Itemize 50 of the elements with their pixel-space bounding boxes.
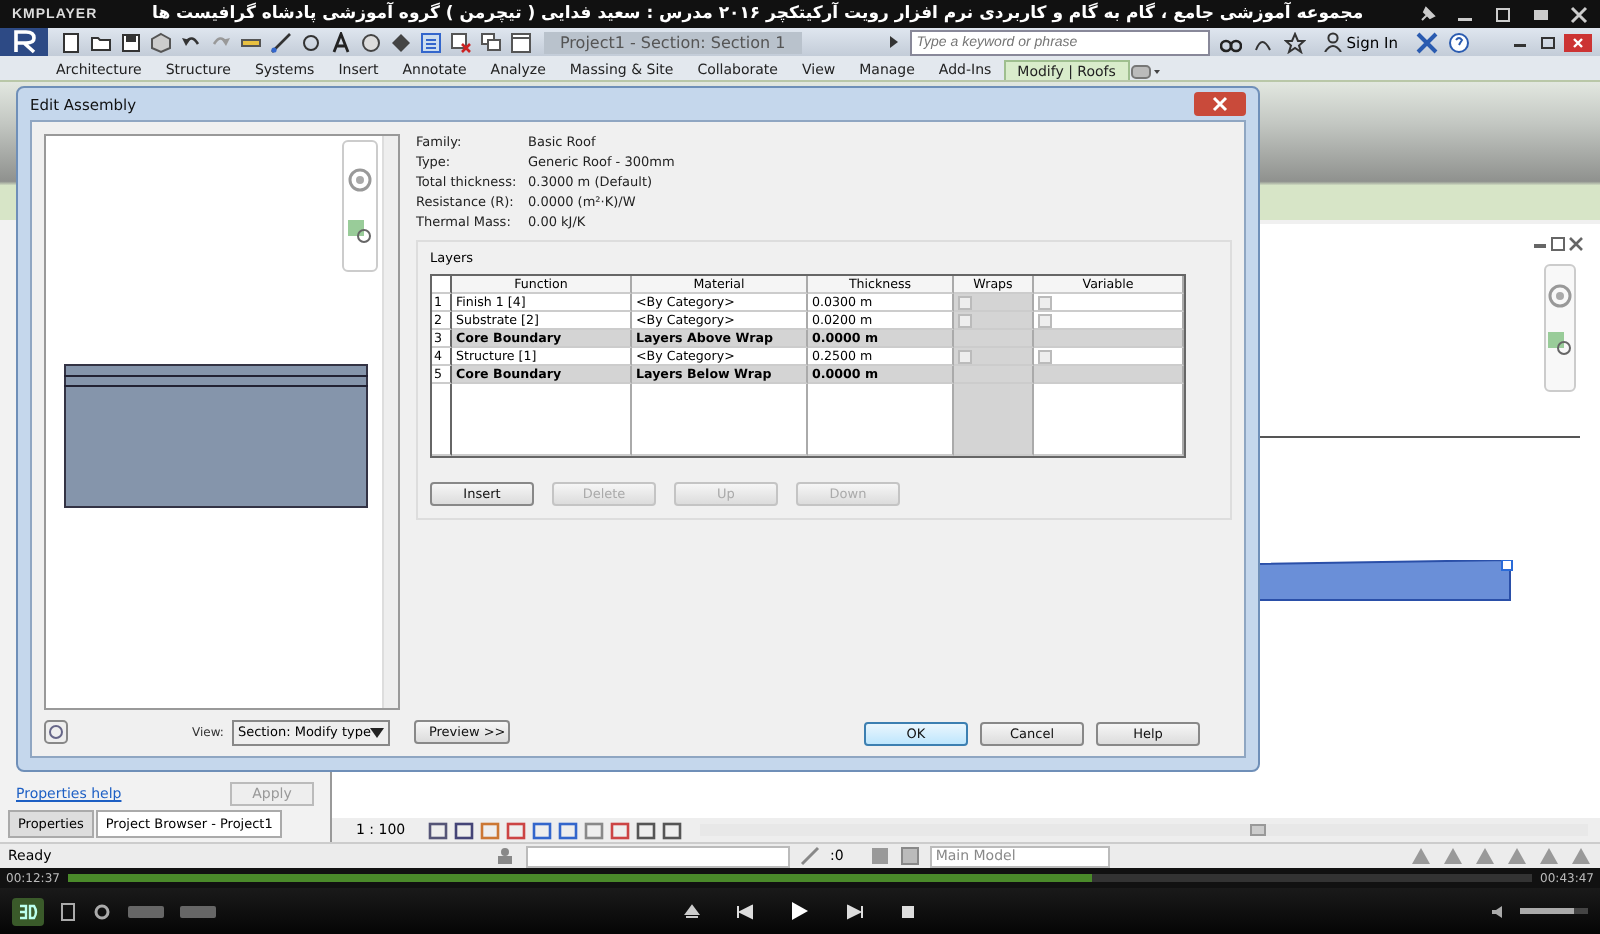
eject-icon[interactable] [684, 903, 700, 919]
video-title: مجموعه آموزشی جامع ، گام به گام و کاربردی نرم افزار رویت آرکیتکچر ۲۰۱۶ مدرس : سعید فدایی ( تیچرمن ) گروه آموزشی پادشاه گرافیست ها [150, 4, 1366, 24]
pin-icon[interactable] [1418, 5, 1436, 23]
dimension-icon[interactable] [270, 31, 292, 53]
previous-icon[interactable] [736, 903, 754, 919]
panel-toggle-icon[interactable] [1129, 64, 1162, 80]
view-controls-icon[interactable] [1532, 236, 1584, 252]
thin-lines-icon[interactable] [420, 31, 442, 53]
stop-icon[interactable] [900, 903, 916, 919]
play-icon[interactable] [790, 900, 810, 922]
close-icon[interactable] [1570, 5, 1588, 23]
vertical-scrollbar[interactable] [382, 136, 398, 708]
steering-wheel-icon[interactable] [346, 166, 374, 194]
window-icon[interactable] [510, 31, 532, 53]
speaker-icon[interactable] [1490, 903, 1508, 919]
seek-bar[interactable] [67, 874, 1533, 882]
settings-icon[interactable] [92, 901, 112, 921]
maximize-icon[interactable] [1494, 5, 1512, 23]
checkbox[interactable] [1038, 350, 1052, 364]
zoom-icon[interactable] [346, 218, 374, 246]
zoom-icon[interactable] [1546, 330, 1574, 358]
help-icon[interactable] [1448, 31, 1470, 53]
checkbox[interactable] [958, 350, 972, 364]
new-icon[interactable] [60, 31, 82, 53]
table-cell [954, 384, 1034, 456]
checkbox[interactable] [1038, 314, 1052, 328]
exchange-icon[interactable] [1416, 31, 1438, 53]
save-icon[interactable] [120, 31, 142, 53]
3d-mode-icon[interactable] [12, 897, 44, 925]
horizontal-scrollbar[interactable] [699, 824, 1588, 836]
steering-wheel-icon[interactable] [44, 720, 68, 744]
user-icon [1324, 32, 1343, 52]
device-icon[interactable] [60, 901, 76, 921]
close-hidden-icon[interactable] [450, 31, 472, 53]
close-icon[interactable] [1564, 33, 1592, 51]
checkbox[interactable] [1038, 296, 1052, 310]
fullscreen-icon[interactable] [1532, 5, 1550, 23]
restore-icon[interactable] [1536, 33, 1560, 51]
application-menu-button[interactable] [0, 28, 48, 56]
text-icon[interactable] [330, 31, 352, 53]
next-icon[interactable] [846, 903, 864, 919]
expand-arrow-icon[interactable] [888, 34, 901, 50]
caret-icon [370, 727, 385, 737]
switch-windows-icon[interactable] [480, 31, 502, 53]
volume-slider[interactable] [1520, 908, 1588, 914]
star-icon[interactable] [1284, 31, 1307, 53]
checkbox[interactable] [958, 296, 972, 310]
checkbox[interactable] [958, 314, 972, 328]
document-title: Project1 - Section: Section 1 [544, 31, 802, 53]
steering-wheel-icon[interactable] [1546, 282, 1574, 310]
